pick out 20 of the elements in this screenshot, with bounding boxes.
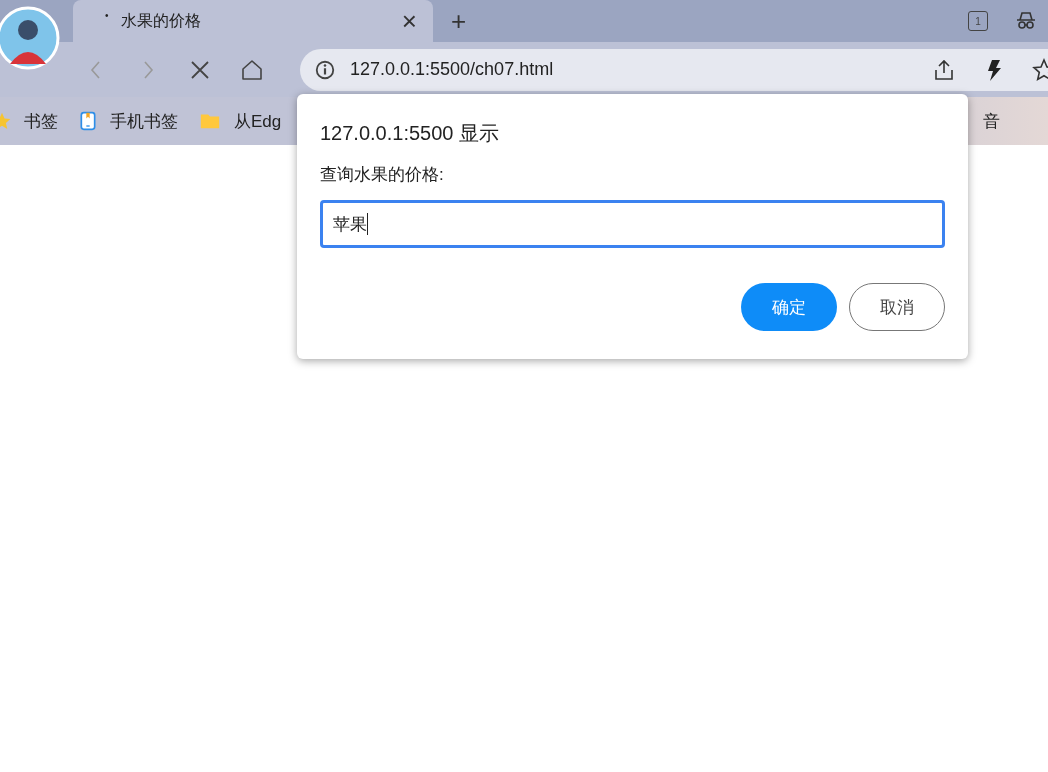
url-text: 127.0.0.1:5500/ch07.html — [350, 59, 554, 80]
info-icon[interactable] — [314, 58, 336, 81]
share-icon[interactable] — [932, 57, 956, 82]
phone-icon — [78, 109, 98, 133]
dialog-message: 查询水果的价格: — [320, 164, 445, 186]
tab-count-button[interactable]: 1 — [968, 11, 988, 31]
input-field[interactable]: 苹果 — [320, 200, 945, 248]
address-bar[interactable]: 127.0.0.1:5500/ch07.html — [300, 48, 1048, 91]
new-tab-button[interactable]: + — [447, 8, 471, 34]
bookmark-item[interactable]: 手机书签 — [78, 109, 178, 133]
cancel-button[interactable]: 取消 — [849, 283, 945, 331]
dialog-title: 127.0.0.1:5500 显示 — [320, 121, 500, 146]
loading-dot: • — [105, 9, 109, 21]
bookmark-item[interactable]: 音 — [983, 109, 1000, 133]
close-tab-button[interactable]: × — [397, 8, 421, 34]
browser-tab[interactable]: • 水果的价格 × — [73, 0, 433, 42]
home-icon[interactable] — [240, 57, 264, 82]
bookmark-item[interactable]: 书签 — [0, 109, 58, 133]
tab-title: 水果的价格 — [120, 10, 202, 31]
bookmark-item[interactable]: 从Edg — [198, 109, 282, 133]
